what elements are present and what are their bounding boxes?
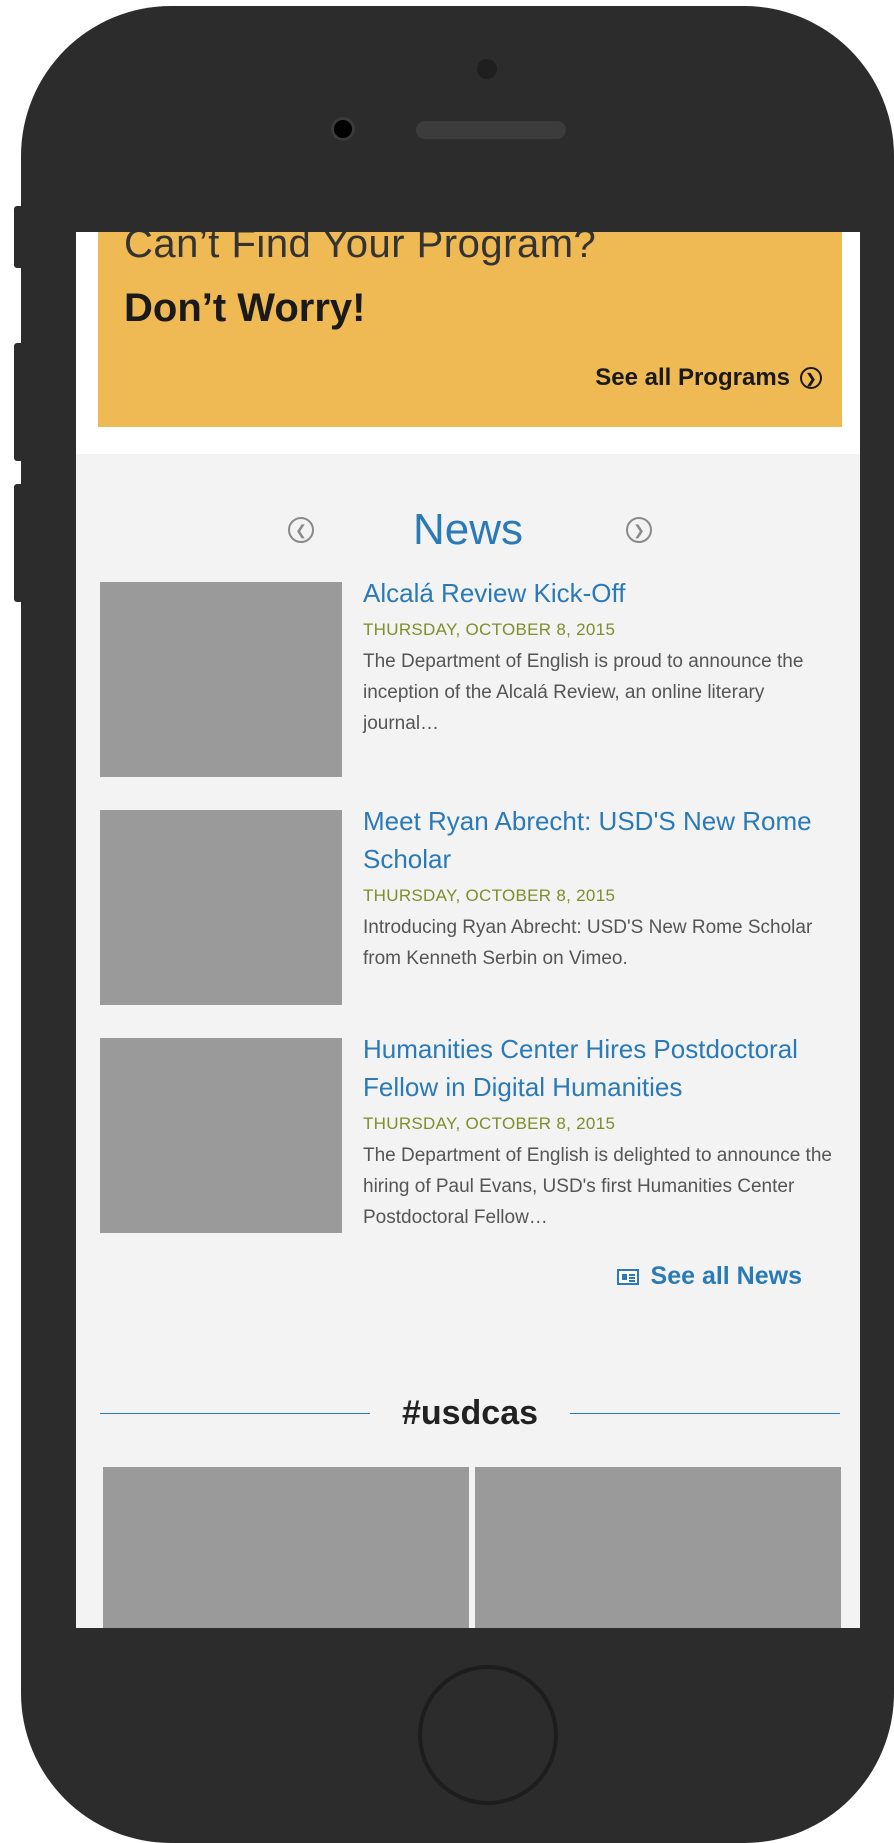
circle-arrow-left-icon[interactable]: ❮ [288,517,314,543]
mute-switch[interactable] [14,206,24,268]
see-all-programs-label: See all Programs [595,364,790,391]
news-headline-link[interactable]: Alcalá Review Kick-Off [363,574,843,612]
phone-screen: Can’t Find Your Program? Don’t Worry! Se… [76,232,860,1628]
divider-line [570,1413,840,1414]
news-thumbnail[interactable] [100,810,342,1005]
see-all-news-link[interactable]: See all News [616,1262,802,1291]
news-headline-link[interactable]: Meet Ryan Abrecht: USD'S New Rome Schola… [363,802,843,878]
news-body: Humanities Center Hires Postdoctoral Fel… [363,1030,843,1233]
newspaper-icon [616,1268,639,1285]
front-camera [334,120,352,138]
social-image-tile[interactable] [103,1467,469,1628]
news-thumbnail[interactable] [100,582,342,777]
cta-subheading: Don’t Worry! [124,286,366,330]
social-image-tile[interactable] [475,1467,841,1628]
earpiece-speaker [416,121,566,139]
news-excerpt: The Department of English is proud to an… [363,651,804,734]
news-date: THURSDAY, OCTOBER 8, 2015 [363,620,616,639]
news-date: THURSDAY, OCTOBER 8, 2015 [363,1114,616,1133]
proximity-sensor [477,59,497,79]
news-date: THURSDAY, OCTOBER 8, 2015 [363,886,616,905]
circle-arrow-right-icon: ❯ [800,367,822,389]
volume-down-button[interactable] [14,484,24,602]
cta-heading: Can’t Find Your Program? [124,232,597,266]
volume-up-button[interactable] [14,343,24,461]
program-cta-banner: Can’t Find Your Program? Don’t Worry! Se… [98,232,842,427]
news-header: News ❮ ❯ [76,502,860,562]
news-title: News [412,505,524,554]
news-headline-link[interactable]: Humanities Center Hires Postdoctoral Fel… [363,1030,843,1106]
see-all-programs-link[interactable]: See all Programs ❯ [595,364,822,392]
home-button[interactable] [418,1665,558,1805]
see-all-news-label: See all News [650,1262,802,1290]
news-excerpt: The Department of English is delighted t… [363,1145,832,1228]
news-thumbnail[interactable] [100,1038,342,1233]
news-body: Meet Ryan Abrecht: USD'S New Rome Schola… [363,802,843,974]
hashtag-row: #usdcas [100,1390,840,1436]
news-body: Alcalá Review Kick-Off THURSDAY, OCTOBER… [363,574,843,739]
news-excerpt: Introducing Ryan Abrecht: USD'S New Rome… [363,917,813,969]
program-cta-section: Can’t Find Your Program? Don’t Worry! Se… [76,232,860,454]
circle-arrow-right-icon[interactable]: ❯ [626,517,652,543]
